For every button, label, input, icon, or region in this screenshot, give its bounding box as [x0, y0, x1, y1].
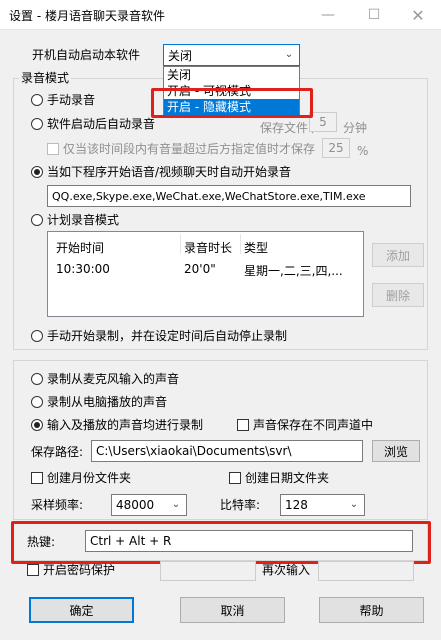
radio-manual[interactable]: [31, 94, 43, 106]
separate-channels-label: 声音保存在不同声道中: [253, 418, 374, 432]
cancel-button[interactable]: 取消: [180, 597, 285, 623]
save-path-input[interactable]: C:\Users\xiaokai\Documents\svr\: [91, 440, 363, 462]
radio-scheduled[interactable]: [31, 214, 43, 226]
manual-label: 手动录音: [47, 93, 96, 107]
password-label: 开启密码保护: [43, 563, 116, 577]
radio-both[interactable]: [31, 419, 43, 431]
minimize-icon[interactable]: —: [305, 0, 351, 30]
row-start: 10:30:00: [56, 262, 110, 276]
col-duration[interactable]: 录音时长: [184, 239, 232, 256]
delete-button[interactable]: 删除: [372, 283, 424, 307]
month-folder-label: 创建月份文件夹: [47, 471, 132, 485]
bitrate-select[interactable]: 128 ⌄: [280, 494, 365, 516]
password-checkbox[interactable]: [27, 564, 39, 576]
save-file-label: 保存文件 /: [260, 121, 316, 135]
maximize-icon[interactable]: ☐: [351, 0, 397, 30]
sample-rate-value: 48000: [116, 498, 155, 512]
help-button[interactable]: 帮助: [319, 597, 424, 623]
chevron-down-icon: ⌄: [349, 499, 359, 510]
browse-button[interactable]: 浏览: [372, 440, 420, 462]
save-file-minutes-input[interactable]: 5: [309, 112, 337, 132]
radio-auto-when-program[interactable]: [31, 166, 43, 178]
manual-start-auto-stop-label: 手动开始录制，并在设定时间后自动停止录制: [47, 329, 288, 343]
startup-option-off[interactable]: 关闭: [164, 67, 299, 83]
title-bar: 设置 - 楼月语音聊天录音软件 — ☐ ✕: [0, 0, 441, 30]
col-divider: [180, 234, 181, 254]
date-folder-label: 创建日期文件夹: [245, 471, 330, 485]
only-when-sound-checkbox[interactable]: [47, 143, 59, 155]
schedule-list[interactable]: 开始时间 录音时长 类型 10:30:00 20'0" 星期一,二,三,四,..…: [47, 231, 364, 317]
sample-rate-label: 采样频率:: [31, 498, 84, 512]
startup-label: 开机自动启动本软件: [32, 48, 141, 62]
startup-select-value: 关闭: [168, 48, 193, 63]
startup-select[interactable]: 关闭 ⌄: [163, 44, 300, 66]
mic-label: 录制从麦克风输入的声音: [47, 372, 180, 386]
sample-rate-select[interactable]: 48000 ⌄: [111, 494, 187, 516]
save-file-unit: 分钟: [343, 121, 368, 135]
col-divider: [240, 234, 241, 254]
add-button[interactable]: 添加: [372, 243, 424, 267]
radio-speaker[interactable]: [31, 396, 43, 408]
chevron-down-icon: ⌄: [171, 499, 181, 510]
hotkey-highlight-box: [11, 521, 431, 564]
radio-mic[interactable]: [31, 373, 43, 385]
separate-channels-checkbox[interactable]: [237, 419, 249, 431]
both-label: 输入及播放的声音均进行录制: [47, 418, 204, 432]
radio-auto-after-start[interactable]: [31, 118, 43, 130]
save-path-label: 保存路径:: [31, 445, 84, 459]
ok-button[interactable]: 确定: [29, 597, 134, 623]
table-row[interactable]: 10:30:00 20'0" 星期一,二,三,四,...: [48, 259, 363, 279]
col-type[interactable]: 类型: [244, 239, 268, 256]
date-folder-checkbox[interactable]: [229, 472, 241, 484]
volume-unit: %: [357, 144, 369, 158]
month-folder-checkbox[interactable]: [31, 472, 43, 484]
only-when-sound-label: 仅当该时间段内有音量超过后方指定值时才保存: [63, 142, 316, 156]
password-input[interactable]: [160, 561, 256, 581]
row-duration: 20'0": [184, 262, 216, 276]
col-start-time[interactable]: 开始时间: [56, 239, 104, 256]
speaker-label: 录制从电脑播放的声音: [47, 395, 168, 409]
radio-manual-start-auto-stop[interactable]: [31, 330, 43, 342]
auto-when-program-label: 当如下程序开始语音/视频聊天时自动开始录音: [47, 165, 292, 179]
bitrate-value: 128: [285, 498, 308, 512]
programs-input[interactable]: QQ.exe,Skype.exe,WeChat.exe,WeChatStore.…: [47, 185, 411, 207]
auto-after-start-label: 软件启动后自动录音: [47, 117, 156, 131]
password-repeat-input[interactable]: [318, 561, 414, 581]
close-icon[interactable]: ✕: [395, 0, 441, 30]
volume-threshold-input[interactable]: 25: [322, 138, 350, 158]
row-type: 星期一,二,三,四,...: [244, 264, 343, 278]
record-mode-title: 录音模式: [19, 71, 72, 85]
bitrate-label: 比特率:: [220, 498, 261, 512]
chevron-down-icon: ⌄: [284, 49, 294, 60]
scheduled-label: 计划录音模式: [47, 213, 120, 227]
password-repeat-label: 再次输入: [262, 563, 311, 577]
dropdown-highlight-box: [151, 88, 313, 118]
window-title: 设置 - 楼月语音聊天录音软件: [9, 9, 165, 23]
